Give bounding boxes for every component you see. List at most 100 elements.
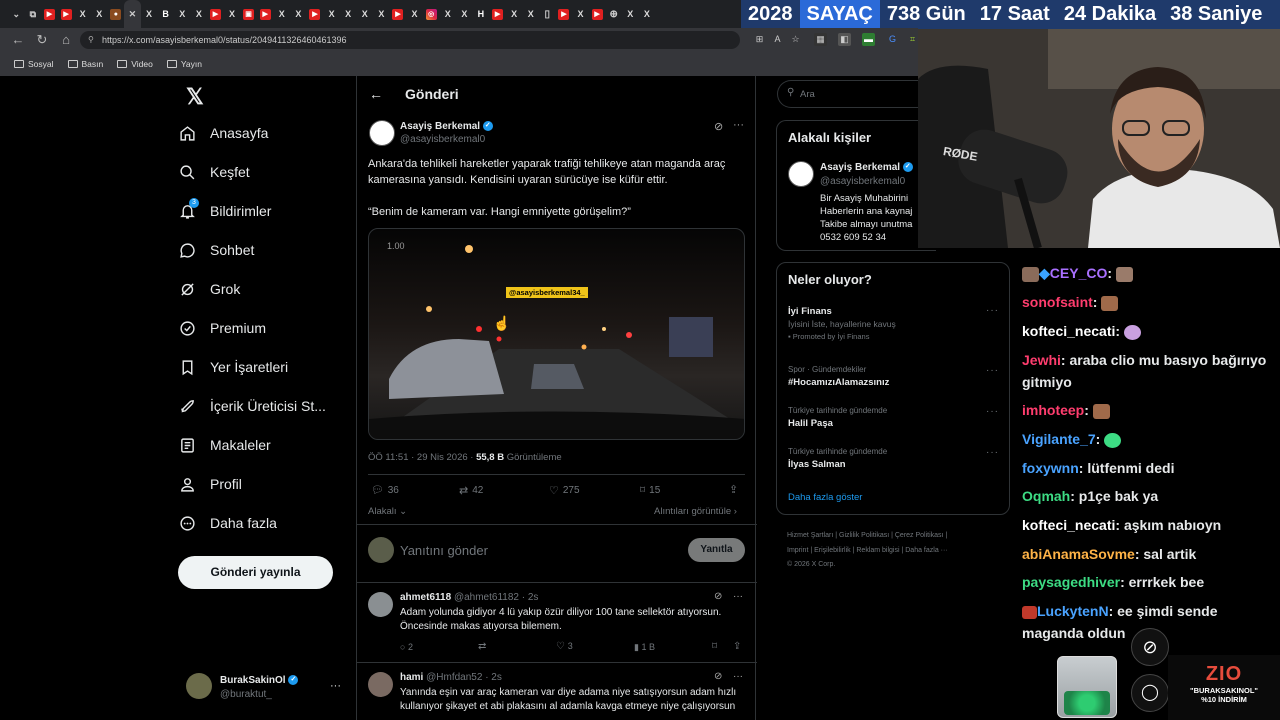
url-bar[interactable]: ⚲ https://x.com/asayisberkemal0/status/2… <box>80 31 740 49</box>
tab[interactable]: X <box>224 0 241 28</box>
trend-more-icon[interactable]: ··· <box>986 365 999 376</box>
tab[interactable]: ▶ <box>257 0 274 28</box>
reply-button[interactable]: 💬︎ 36 <box>371 485 399 496</box>
reply-views[interactable]: ▮ 1 B <box>634 642 655 653</box>
tab[interactable]: X <box>622 0 639 28</box>
bookmark-folder[interactable]: Basın <box>67 59 103 69</box>
favorite-star-icon[interactable]: ☆ <box>789 33 802 46</box>
trend-item[interactable]: Spor · Gündemdekiler #HocamızıAlamazsını… <box>788 365 889 388</box>
reply-like-button[interactable]: ♡ 3 <box>556 641 573 652</box>
account-menu-icon[interactable]: ··· <box>330 680 341 692</box>
author-avatar[interactable] <box>369 120 395 146</box>
author-name[interactable]: Asayiş Berkemal ✓ <box>400 121 493 132</box>
reply-more-icon[interactable]: ··· <box>733 591 743 602</box>
bookmark-button[interactable]: ⌑ 15 <box>640 485 660 496</box>
tab[interactable]: ▯ <box>539 0 556 28</box>
trend-item[interactable]: İyi Finans İyisini İste, hayallerine kav… <box>788 306 896 341</box>
post-button[interactable]: Gönderi yayınla <box>178 556 333 589</box>
sidebar-item-grok[interactable]: Grok <box>178 280 240 298</box>
view-quotes-link[interactable]: Alıntıları görüntüle › <box>654 506 737 517</box>
sort-dropdown[interactable]: Alakalı ⌄ <box>368 506 407 517</box>
tab[interactable]: ▶ <box>589 0 606 28</box>
reply-avatar[interactable] <box>368 672 393 697</box>
trend-more-icon[interactable]: ··· <box>986 447 999 458</box>
tab[interactable]: X <box>274 0 291 28</box>
extension-icon[interactable]: ▬ <box>862 33 875 46</box>
show-more-link[interactable]: Daha fazla göster <box>788 492 862 503</box>
translate-icon[interactable]: G <box>886 33 899 46</box>
reply-author[interactable]: hami @Hmfdan52 · 2s <box>400 672 502 683</box>
tab[interactable]: X <box>572 0 589 28</box>
search-box[interactable]: ⚲ Ara <box>777 80 918 108</box>
repost-button[interactable]: ⇄ 42 <box>459 484 483 497</box>
reply-avatar[interactable] <box>368 592 393 617</box>
split-view-icon[interactable]: ⊞ <box>753 33 766 46</box>
tab[interactable]: X <box>522 0 539 28</box>
tab[interactable]: X <box>506 0 523 28</box>
back-icon[interactable]: ← <box>369 86 383 102</box>
tab[interactable]: X <box>191 0 208 28</box>
tab[interactable]: X <box>356 0 373 28</box>
reply-submit-button[interactable]: Yanıtla <box>688 538 745 562</box>
share-icon[interactable]: ⇪ <box>729 483 738 496</box>
tab[interactable]: ● <box>108 0 125 28</box>
tab[interactable]: ▶ <box>41 0 58 28</box>
bookmark-folder[interactable]: Yayın <box>166 59 202 69</box>
sidebar-item-more[interactable]: Daha fazla <box>178 514 277 532</box>
tab[interactable]: ▣ <box>240 0 257 28</box>
sidebar-item-premium[interactable]: Premium <box>178 319 266 337</box>
tab[interactable]: ▶ <box>489 0 506 28</box>
sidebar-item-creator-studio[interactable]: İçerik Üreticisi St... <box>178 397 326 415</box>
tab[interactable]: X <box>439 0 456 28</box>
bookmark-folder[interactable]: Sosyal <box>14 59 54 69</box>
tab[interactable]: ◎ <box>423 0 440 28</box>
sidebar-item-home[interactable]: Anasayfa <box>178 124 268 142</box>
home-page-icon[interactable]: ⌂ <box>54 28 78 52</box>
read-aloud-icon[interactable]: A <box>771 33 784 46</box>
sidebar-item-bookmarks[interactable]: Yer İşaretleri <box>178 358 288 376</box>
reply-input[interactable]: Yanıtını gönder <box>400 543 488 558</box>
tab[interactable]: ▶ <box>307 0 324 28</box>
tab-list-button[interactable]: ⌄ <box>8 0 25 28</box>
bookmark-folder[interactable]: Video <box>117 59 153 69</box>
footer-row[interactable]: Imprint | Erişilebilirlik | Reklam bilgi… <box>787 544 948 559</box>
grok-fab-icon[interactable]: ⊘ <box>1131 628 1169 666</box>
account-avatar[interactable] <box>186 673 212 699</box>
tab[interactable]: ▶ <box>207 0 224 28</box>
grok-explain-icon[interactable]: ⊘ <box>714 120 723 133</box>
tab[interactable]: X <box>91 0 108 28</box>
related-name[interactable]: Asayiş Berkemal ✓ <box>820 162 913 173</box>
sidebar-item-profile[interactable]: Profil <box>178 475 242 493</box>
tab[interactable]: X <box>174 0 191 28</box>
trend-item[interactable]: Türkiye tarihinde gündemde Halil Paşa <box>788 406 887 429</box>
bookmark-icon[interactable]: ⌑ <box>712 641 717 652</box>
tab[interactable]: X <box>74 0 91 28</box>
extension-icon[interactable]: ◧ <box>838 33 851 46</box>
tab[interactable]: ▶ <box>58 0 75 28</box>
trend-item[interactable]: Türkiye tarihinde gündemde İlyas Salman <box>788 447 887 470</box>
grok-explain-icon[interactable]: ⊘ <box>714 591 722 602</box>
sidebar-item-chat[interactable]: Sohbet <box>178 241 254 259</box>
reply-author[interactable]: ahmet6118 @ahmet61182 · 2s <box>400 592 538 603</box>
reply-reply-button[interactable]: ○ 2 <box>400 642 413 652</box>
tab[interactable]: ▶ <box>556 0 573 28</box>
sidebar-item-explore[interactable]: Keşfet <box>178 163 250 181</box>
tab[interactable]: X <box>323 0 340 28</box>
tab[interactable]: ▶ <box>390 0 407 28</box>
share-icon[interactable]: ⇪ <box>733 641 741 652</box>
tab[interactable]: B <box>157 0 174 28</box>
post-video[interactable]: 1.00 @asayisberkemal34_ ☝ <box>368 228 745 440</box>
footer-row[interactable]: Hizmet Şartları | Gizlilik Politikası | … <box>787 529 948 544</box>
back-arrow-icon[interactable]: ← <box>6 28 30 52</box>
sidebar-item-notifications[interactable]: 3 Bildirimler <box>178 198 271 220</box>
tab-active[interactable]: ✕ <box>124 0 141 28</box>
tab[interactable]: X <box>141 0 158 28</box>
reply-repost-button[interactable]: ⇄ <box>478 641 486 652</box>
messages-fab-icon[interactable]: ◯ <box>1131 674 1169 712</box>
grok-explain-icon[interactable]: ⊘ <box>714 671 722 682</box>
related-avatar[interactable] <box>788 161 814 187</box>
trend-more-icon[interactable]: ··· <box>986 305 999 316</box>
account-name[interactable]: BurakSakinOl ✓ <box>220 675 299 686</box>
tab[interactable]: H <box>473 0 490 28</box>
workspaces-icon[interactable]: ⧉ <box>25 0 42 28</box>
